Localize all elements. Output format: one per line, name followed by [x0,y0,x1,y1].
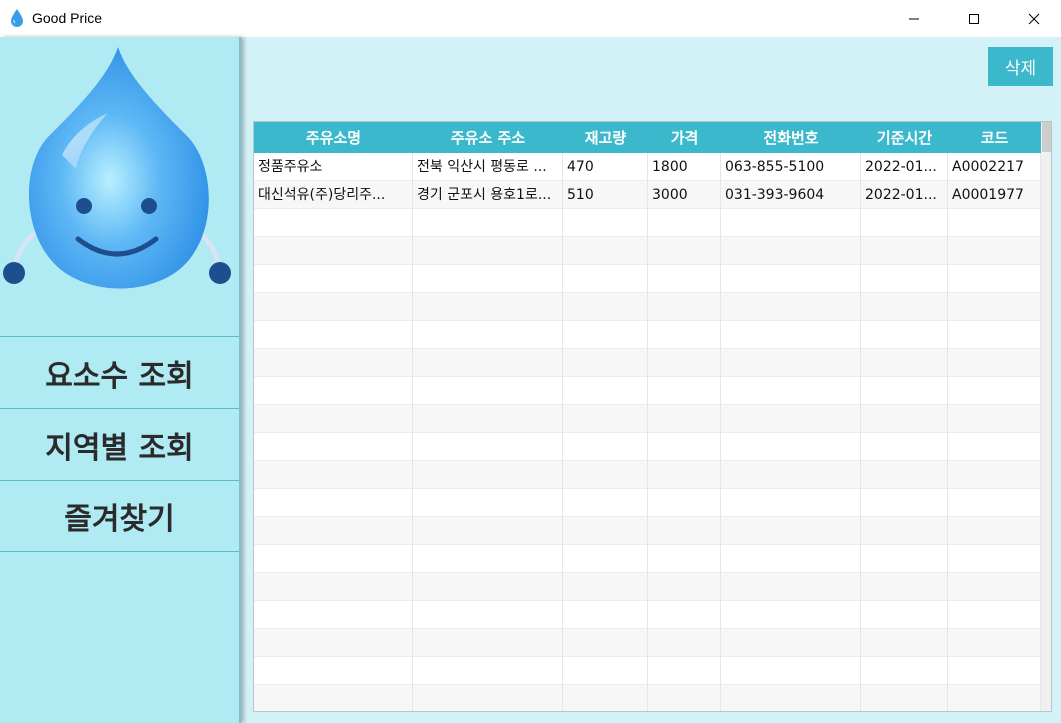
header-base-time[interactable]: 기준시간 [861,122,948,153]
cell-price: 3000 [652,187,688,203]
column-divider [860,153,861,711]
column-divider [412,153,413,711]
header-stock[interactable]: 재고량 [563,122,648,153]
column-divider [647,153,648,711]
cell-station-name: 정품주유소 [258,159,323,175]
cell-stock: 510 [567,187,594,203]
menu-urea-search[interactable]: 요소수 조회 [0,336,239,408]
minimize-icon [909,18,919,19]
scrollbar-thumb[interactable] [1042,122,1051,152]
table-header: 주유소명 주유소 주소 재고량 가격 전화번호 기준시간 코드 [254,122,1041,153]
column-divider [562,153,563,711]
cell-base-time: 2022-01... [865,159,937,175]
header-station-name[interactable]: 주유소명 [254,122,413,153]
menu-region-search[interactable]: 지역별 조회 [0,408,239,480]
cell-station-address: 전북 익산시 평동로 ... [417,159,547,175]
title-bar: Good Price [0,0,1061,37]
menu-favorites[interactable]: 즐겨찾기 [0,480,239,552]
maximize-icon [969,13,979,24]
cell-code: A0002217 [952,159,1024,175]
close-icon [1028,13,1040,24]
cell-phone: 031-393-9604 [725,187,825,203]
minimize-button[interactable] [891,0,937,37]
header-phone[interactable]: 전화번호 [721,122,861,153]
cell-station-address: 경기 군포시 용호1로... [417,187,552,203]
cell-code: A0001977 [952,187,1024,203]
vertical-scrollbar[interactable] [1041,122,1051,711]
cell-base-time: 2022-01... [865,187,937,203]
cell-stock: 470 [567,159,594,175]
cell-phone: 063-855-5100 [725,159,825,175]
sidebar: 요소수 조회 지역별 조회 즐겨찾기 [0,37,241,723]
delete-button[interactable]: 삭제 [988,47,1053,86]
cell-price: 1800 [652,159,688,175]
station-table[interactable]: 주유소명 주유소 주소 재고량 가격 전화번호 기준시간 코드 정품주유소 전북… [253,121,1052,712]
water-drop-mascot-logo [3,47,231,289]
close-button[interactable] [1011,0,1057,37]
header-code[interactable]: 코드 [948,122,1041,153]
maximize-button[interactable] [951,0,997,37]
column-divider [720,153,721,711]
column-divider [947,153,948,711]
header-station-address[interactable]: 주유소 주소 [413,122,563,153]
cell-station-name: 대신석유(주)당리주... [258,187,386,203]
window-title: Good Price [32,10,103,26]
header-price[interactable]: 가격 [648,122,721,153]
water-drop-icon [11,9,23,27]
